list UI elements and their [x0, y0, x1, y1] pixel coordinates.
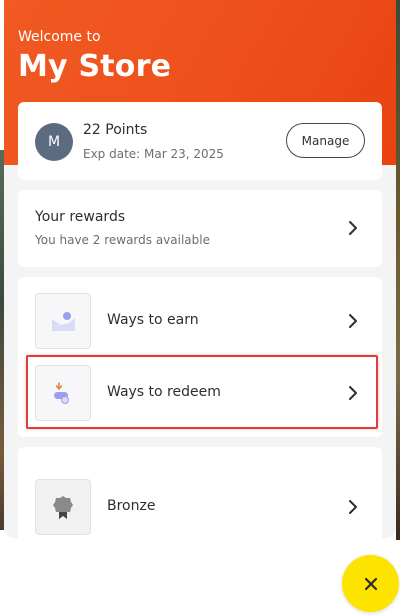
points-balance: 22 Points: [83, 122, 148, 138]
tier-card: Bronze: [18, 447, 382, 538]
rewards-subtitle: You have 2 rewards available: [35, 233, 210, 247]
ways-to-redeem-label: Ways to redeem: [107, 384, 221, 400]
ways-to-earn-row[interactable]: Ways to earn: [18, 291, 382, 351]
chevron-right-icon: [349, 500, 357, 514]
ways-to-redeem-row[interactable]: Ways to redeem: [18, 363, 382, 423]
close-button[interactable]: [342, 555, 399, 612]
redeem-tile: [35, 365, 91, 421]
tier-tile: [35, 479, 91, 535]
chevron-right-icon: [349, 314, 357, 328]
ways-card: Ways to earn Ways to redeem: [18, 277, 382, 437]
earn-tile: [35, 293, 91, 349]
medal-icon: [53, 496, 73, 519]
store-name: My Store: [18, 49, 172, 84]
close-icon: [364, 577, 377, 590]
manage-button[interactable]: Manage: [286, 123, 365, 158]
redeem-icon: [54, 382, 69, 404]
earn-icon: [52, 312, 75, 331]
welcome-text: Welcome to: [18, 29, 101, 45]
ways-to-earn-label: Ways to earn: [107, 312, 199, 328]
chevron-right-icon: [349, 221, 357, 235]
rewards-card[interactable]: Your rewards You have 2 rewards availabl…: [18, 190, 382, 267]
points-card: M 22 Points Exp date: Mar 23, 2025 Manag…: [18, 102, 382, 180]
tier-row[interactable]: Bronze: [18, 477, 382, 537]
rewards-title: Your rewards: [35, 209, 126, 225]
chevron-right-icon: [349, 386, 357, 400]
points-expiry: Exp date: Mar 23, 2025: [83, 147, 224, 161]
background-strip-right: [396, 0, 400, 540]
tier-label: Bronze: [107, 498, 156, 514]
avatar: M: [35, 123, 73, 161]
loyalty-widget: Welcome to My Store M 22 Points Exp date…: [4, 0, 396, 538]
